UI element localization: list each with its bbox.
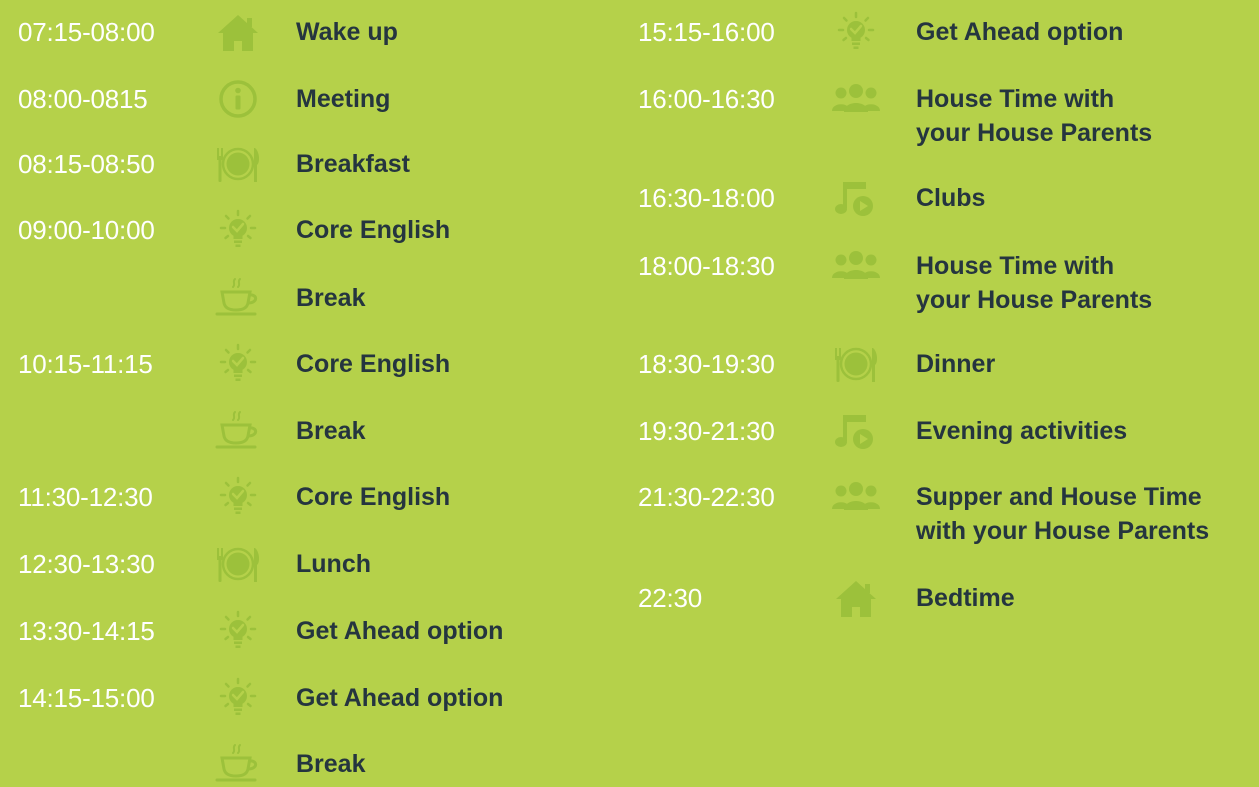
activity-label: House Time with your House Parents: [916, 85, 1153, 147]
activity-label: House Time with your House Parents: [916, 252, 1153, 314]
time: 13:30-14:15: [18, 616, 155, 646]
time: 15:15-16:00: [638, 17, 775, 47]
time: 08:00-0815: [18, 84, 148, 114]
lightbulb-icon: [212, 209, 264, 251]
schedule-row: Break: [0, 278, 620, 321]
activity-label: Wake up: [296, 18, 398, 46]
group-icon: [830, 78, 882, 120]
schedule-row: 09:00-10:00 Core English: [0, 209, 620, 253]
lightbulb-icon: [830, 11, 882, 53]
activity-label: Get Ahead option: [916, 18, 1124, 46]
activity-label: Core English: [296, 350, 451, 378]
time: 18:30-19:30: [638, 349, 775, 379]
activity-label: Clubs: [916, 184, 986, 212]
time: 22:30: [638, 583, 703, 613]
music-icon: [830, 177, 882, 219]
schedule-row: 18:00-18:30 House Time with your House Pa…: [620, 249, 1259, 314]
house-icon: [830, 577, 882, 619]
activity-label: Break: [296, 284, 366, 312]
schedule-row: 15:15-16:00 Get Ahead option: [620, 11, 1259, 55]
schedule-row: 14:15-15:00 Get Ahead option: [0, 677, 620, 721]
group-icon: [830, 245, 882, 287]
schedule-row: 13:30-14:15 Get Ahead option: [0, 610, 620, 654]
schedule-row: 08:15-08:50 Breakfast: [0, 147, 620, 187]
meal-icon: [212, 543, 264, 585]
schedule-row: 16:30-18:00 Clubs: [620, 181, 1259, 221]
time: 12:30-13:30: [18, 549, 155, 579]
schedule-row: 21:30-22:30 Supper and House Time with yo…: [620, 480, 1259, 545]
activity-label: Get Ahead option: [296, 684, 504, 712]
schedule-row: 11:30-12:30 Core English: [0, 476, 620, 520]
group-icon: [830, 476, 882, 518]
activity-label: Core English: [296, 483, 451, 511]
schedule-row: 16:00-16:30 House Time with your House Pa…: [620, 82, 1259, 147]
time: 18:00-18:30: [638, 251, 775, 281]
coffee-cup-icon: [212, 410, 264, 452]
coffee-cup-icon: [212, 277, 264, 319]
activity-label: Bedtime: [916, 584, 1015, 612]
schedule-row: 10:15-11:15 Core English: [0, 343, 620, 387]
time: 11:30-12:30: [18, 482, 153, 512]
activity-label: Dinner: [916, 350, 996, 378]
activity-label: Breakfast: [296, 150, 410, 178]
time: 07:15-08:00: [18, 17, 155, 47]
activity-label: Break: [296, 750, 366, 778]
schedule-row: Break: [0, 411, 620, 454]
activity-label: Lunch: [296, 550, 371, 578]
schedule-row: 19:30-21:30 Evening activities: [620, 414, 1259, 454]
activity-label: Meeting: [296, 85, 391, 113]
schedule-row: 22:30 Bedtime: [620, 581, 1259, 621]
schedule-row: 12:30-13:30 Lunch: [0, 547, 620, 587]
time: 14:15-15:00: [18, 683, 155, 713]
activity-label: Core English: [296, 216, 451, 244]
schedule-row: Break: [0, 744, 620, 787]
coffee-cup-icon: [212, 743, 264, 785]
lightbulb-icon: [212, 476, 264, 518]
schedule-row: 18:30-19:30 Dinner: [620, 347, 1259, 387]
time: 09:00-10:00: [18, 215, 155, 245]
time: 16:30-18:00: [638, 183, 775, 213]
activity-label: Get Ahead option: [296, 617, 504, 645]
lightbulb-icon: [212, 343, 264, 385]
lightbulb-icon: [212, 610, 264, 652]
time: 21:30-22:30: [638, 482, 775, 512]
schedule-row: 08:00-0815 Meeting: [0, 80, 620, 122]
music-icon: [830, 410, 882, 452]
activity-label: Break: [296, 417, 366, 445]
activity-label: Supper and House Time with your House Par…: [916, 483, 1210, 545]
time: 16:00-16:30: [638, 84, 775, 114]
schedule-row: 07:15-08:00 Wake up: [0, 15, 620, 55]
lightbulb-icon: [212, 677, 264, 719]
meal-icon: [830, 343, 882, 385]
house-icon: [212, 11, 264, 53]
info-icon: [212, 78, 264, 120]
time: 08:15-08:50: [18, 149, 155, 179]
time: 19:30-21:30: [638, 416, 775, 446]
activity-label: Evening activities: [916, 417, 1128, 445]
time: 10:15-11:15: [18, 349, 153, 379]
meal-icon: [212, 143, 264, 185]
